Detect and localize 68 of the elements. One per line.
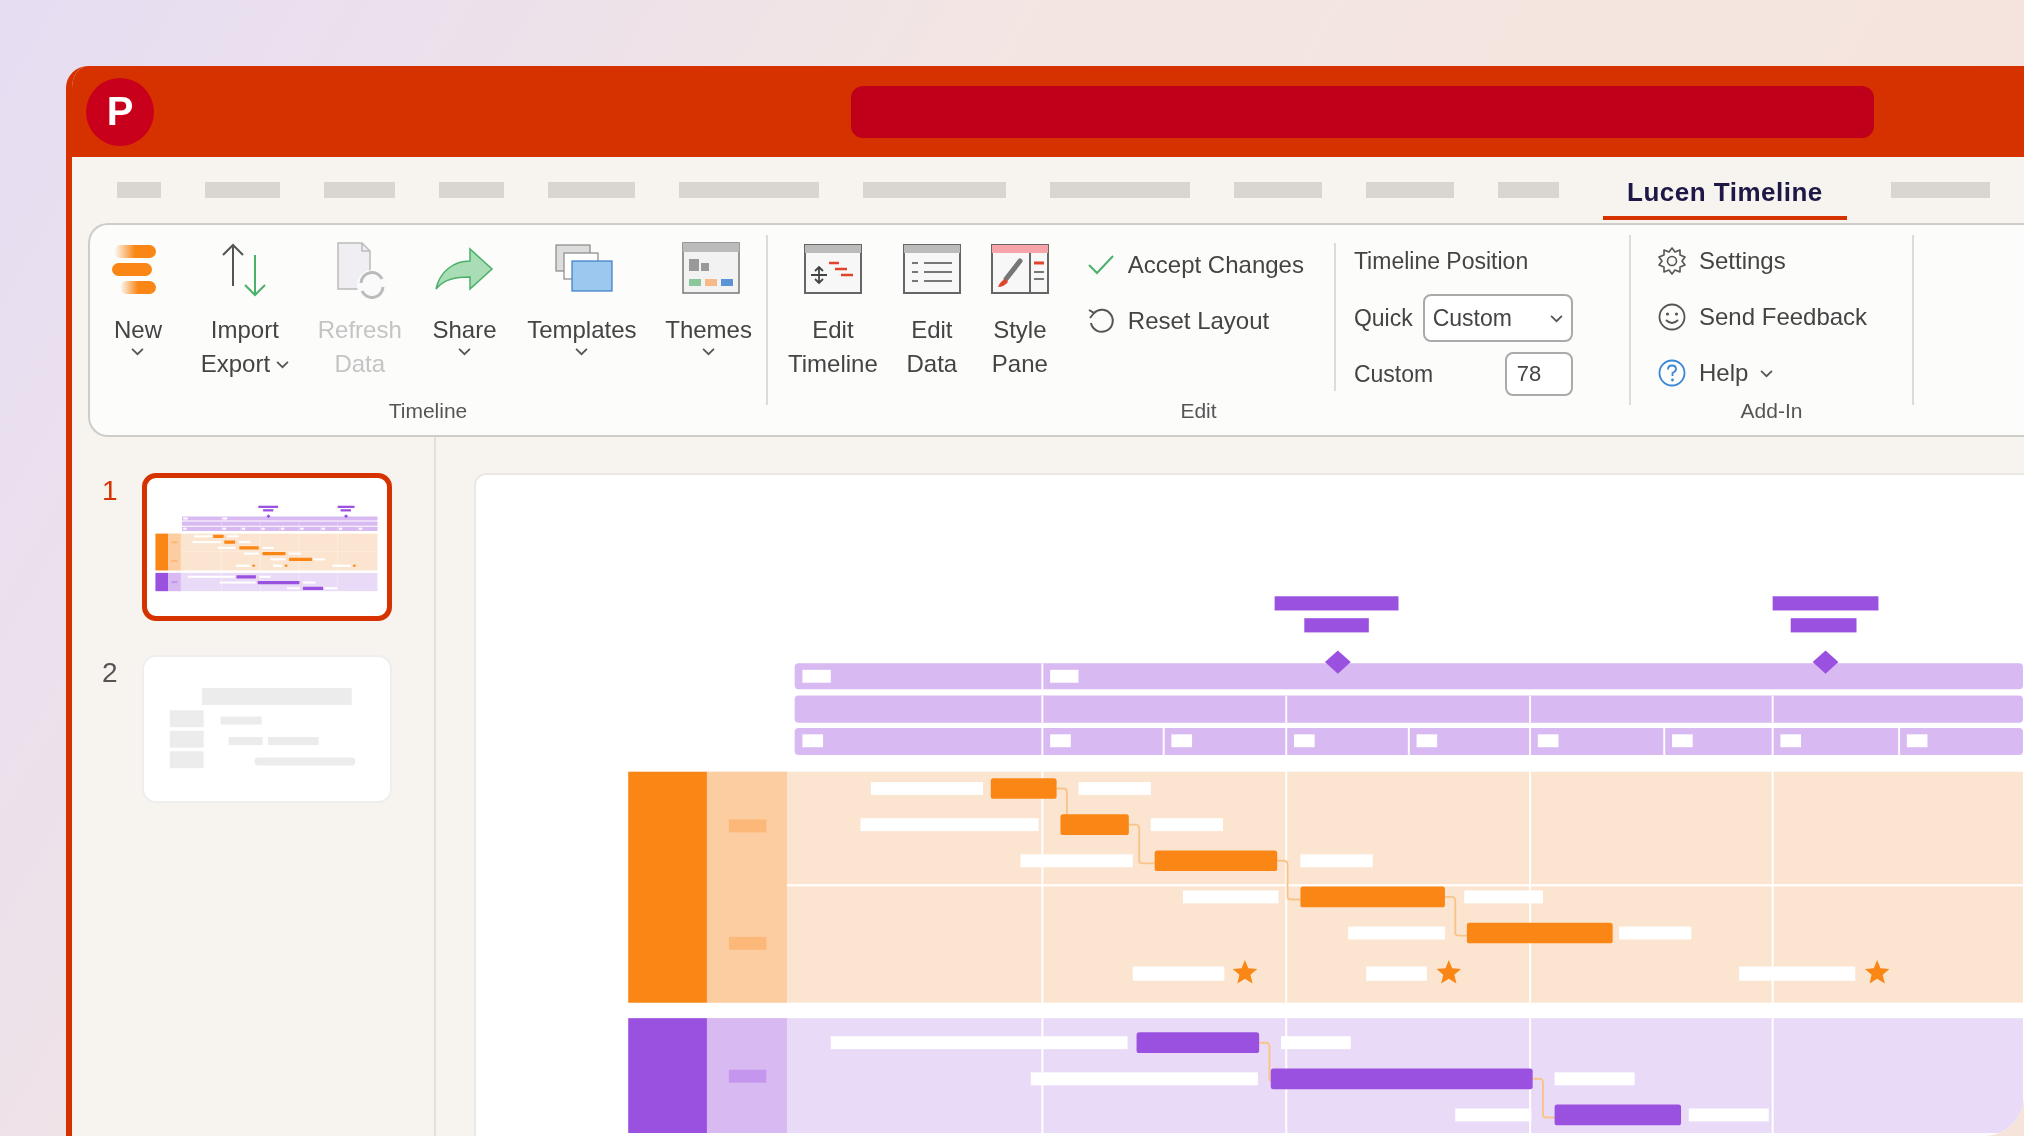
chevron-icon	[1549, 313, 1563, 323]
reset-layout-button[interactable]: Reset Layout	[1079, 295, 1310, 347]
group-label: Add-In	[1740, 399, 1803, 424]
share-button[interactable]: Share	[422, 239, 507, 358]
label-placeholder	[1171, 734, 1193, 748]
edit-timeline-button[interactable]: Edit Timeline	[780, 239, 886, 383]
send-feedback-button[interactable]: Send Feedback	[1651, 291, 1874, 343]
label-placeholder	[802, 734, 824, 748]
field-label: Custom	[1353, 360, 1434, 388]
edit-data-button[interactable]: Edit Data	[889, 239, 974, 383]
dependency-connector	[1443, 895, 1468, 937]
tab-placeholder[interactable]	[324, 182, 395, 198]
tab-placeholder[interactable]	[1050, 182, 1190, 198]
section-title: Timeline Position	[1353, 247, 1530, 276]
tab-placeholder[interactable]	[548, 182, 635, 198]
custom-input[interactable]: 78	[1504, 352, 1573, 396]
themes-button[interactable]: Themes	[657, 239, 760, 358]
chevron-icon	[575, 347, 589, 356]
label-placeholder	[1780, 734, 1802, 748]
group-label: Timeline	[388, 399, 468, 424]
tab-placeholder[interactable]	[205, 182, 280, 198]
tab-placeholder[interactable]	[439, 182, 504, 198]
milestone-diamond-icon	[1324, 650, 1351, 674]
task-bar	[1060, 814, 1129, 835]
group-label: Edit	[1180, 399, 1217, 424]
chevron-icon	[276, 359, 290, 369]
tab-placeholder[interactable]	[679, 182, 819, 198]
slide-thumbnail[interactable]	[142, 473, 392, 621]
help-button[interactable]: Help	[1651, 347, 1780, 399]
accept-changes-button[interactable]: Accept Changes	[1079, 239, 1310, 291]
quick-dropdown[interactable]: Custom	[1422, 294, 1573, 342]
tab-placeholder[interactable]	[1234, 182, 1322, 198]
slide-number: 1	[102, 475, 119, 507]
dependency-connector	[1276, 859, 1302, 901]
templates-button[interactable]: Templates	[519, 239, 645, 358]
label-placeholder	[1050, 734, 1071, 748]
tab-placeholder[interactable]	[1366, 182, 1454, 198]
chevron-icon	[131, 347, 145, 356]
milestone-label-placeholder	[1790, 618, 1857, 633]
tab-placeholder[interactable]	[1890, 182, 1990, 198]
smiley-icon	[1657, 302, 1687, 332]
settings-button[interactable]: Settings	[1651, 235, 1792, 287]
new-button[interactable]: New	[96, 239, 180, 358]
dependency-connector	[1127, 823, 1156, 865]
ribbon-tab[interactable]: Lucen Timeline	[1603, 170, 1847, 220]
tab-placeholder[interactable]	[1498, 182, 1559, 198]
chevron-icon	[702, 347, 716, 356]
chevron-icon	[1760, 368, 1774, 378]
app-logo[interactable]: P	[86, 77, 154, 146]
label-placeholder	[728, 819, 767, 833]
tab-placeholder[interactable]	[117, 182, 161, 198]
dependency-connector	[1531, 1077, 1556, 1119]
help-icon	[1657, 358, 1687, 388]
chevron-icon	[457, 347, 471, 356]
task-bar	[990, 778, 1057, 799]
label-placeholder	[1672, 734, 1693, 748]
star-icon	[1864, 960, 1890, 984]
star-icon	[1232, 960, 1258, 984]
tab-placeholder[interactable]	[863, 182, 1006, 198]
milestone-label-placeholder	[1304, 618, 1369, 633]
style-pane-button[interactable]: Style Pane	[977, 239, 1062, 383]
star-icon	[1436, 960, 1462, 984]
import-export-button[interactable]: Import Export	[192, 239, 298, 383]
slide-number: 2	[102, 657, 119, 689]
field-label: Quick	[1353, 304, 1413, 332]
milestone-diamond-icon	[1812, 650, 1839, 674]
settings-icon	[1657, 246, 1687, 276]
search-field[interactable]	[851, 85, 1874, 138]
